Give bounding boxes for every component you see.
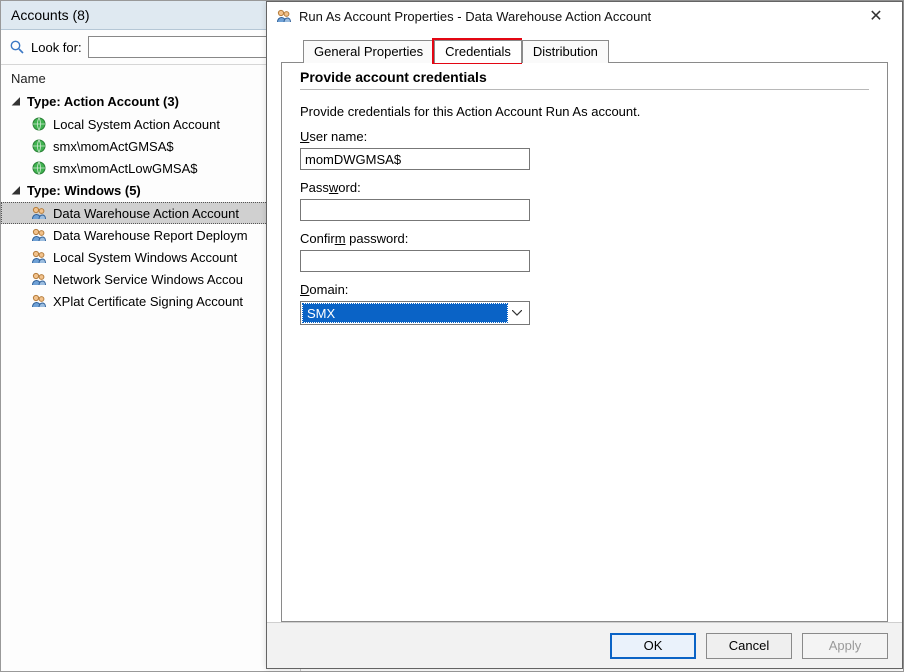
users-icon [31, 227, 47, 243]
list-item-label: Data Warehouse Action Account [53, 206, 239, 221]
username-label: User name: [300, 129, 869, 144]
dialog-body: General Properties Credentials Distribut… [267, 30, 902, 622]
ok-button[interactable]: OK [610, 633, 696, 659]
section-title: Provide account credentials [300, 69, 869, 85]
accounts-header: Accounts (8) [1, 1, 300, 30]
apply-button[interactable]: Apply [802, 633, 888, 659]
list-item-label: smx\momActGMSA$ [53, 139, 174, 154]
tab-distribution[interactable]: Distribution [522, 40, 609, 63]
confirm-password-label: Confirm password: [300, 231, 869, 246]
chevron-down-icon [507, 302, 527, 324]
close-button[interactable]: ✕ [854, 2, 898, 30]
list-item[interactable]: Local System Windows Account [1, 246, 300, 268]
list-item-label: smx\momActLowGMSA$ [53, 161, 197, 176]
list-item[interactable]: smx\momActGMSA$ [1, 135, 300, 157]
list-item[interactable]: Local System Action Account [1, 113, 300, 135]
globe-icon [31, 116, 47, 132]
username-input[interactable] [300, 148, 530, 170]
group-windows[interactable]: ◢ Type: Windows (5) [1, 179, 300, 202]
confirm-password-input[interactable] [300, 250, 530, 272]
dialog-title: Run As Account Properties - Data Warehou… [299, 9, 651, 24]
cancel-button[interactable]: Cancel [706, 633, 792, 659]
caret-down-icon: ◢ [11, 96, 21, 107]
users-icon [31, 271, 47, 287]
list-item[interactable]: XPlat Certificate Signing Account [1, 290, 300, 312]
domain-value: SMX [303, 304, 507, 322]
password-label: Password: [300, 180, 869, 195]
search-icon [9, 39, 25, 55]
domain-label: Domain: [300, 282, 869, 297]
tab-general-properties[interactable]: General Properties [303, 40, 434, 63]
users-icon [31, 249, 47, 265]
list-item-label: Local System Windows Account [53, 250, 237, 265]
domain-combobox[interactable]: SMX [300, 301, 530, 325]
users-icon [31, 293, 47, 309]
group-label: Type: Windows (5) [27, 183, 141, 198]
users-icon [31, 205, 47, 221]
list-item-label: Network Service Windows Accou [53, 272, 243, 287]
tab-credentials[interactable]: Credentials [434, 40, 522, 63]
list-item-label: Data Warehouse Report Deploym [53, 228, 248, 243]
runas-properties-dialog: Run As Account Properties - Data Warehou… [266, 1, 903, 669]
titlebar[interactable]: Run As Account Properties - Data Warehou… [267, 2, 902, 30]
users-icon [275, 7, 293, 25]
caret-down-icon: ◢ [11, 185, 21, 196]
globe-icon [31, 138, 47, 154]
tab-strip: General Properties Credentials Distribut… [281, 36, 888, 62]
globe-icon [31, 160, 47, 176]
search-input[interactable] [88, 36, 292, 58]
close-icon: ✕ [869, 6, 882, 26]
list-item-label: Local System Action Account [53, 117, 220, 132]
column-header-name[interactable]: Name [1, 65, 300, 90]
list-item[interactable]: Data Warehouse Report Deploym [1, 224, 300, 246]
dialog-footer: OK Cancel Apply [267, 622, 902, 668]
tab-panel-credentials: Provide account credentials Provide cred… [281, 62, 888, 622]
app-window: Accounts (8) Look for: Name ◢ Type: Acti… [0, 0, 904, 672]
section-description: Provide credentials for this Action Acco… [300, 104, 869, 119]
list-item[interactable]: smx\momActLowGMSA$ [1, 157, 300, 179]
lookfor-label: Look for: [31, 40, 82, 55]
list-item[interactable]: Data Warehouse Action Account [1, 202, 300, 224]
list-item[interactable]: Network Service Windows Accou [1, 268, 300, 290]
list-item-label: XPlat Certificate Signing Account [53, 294, 243, 309]
lookfor-row: Look for: [1, 30, 300, 65]
divider [300, 89, 869, 90]
accounts-panel: Accounts (8) Look for: Name ◢ Type: Acti… [1, 1, 301, 671]
group-label: Type: Action Account (3) [27, 94, 179, 109]
password-input[interactable] [300, 199, 530, 221]
group-action-account[interactable]: ◢ Type: Action Account (3) [1, 90, 300, 113]
